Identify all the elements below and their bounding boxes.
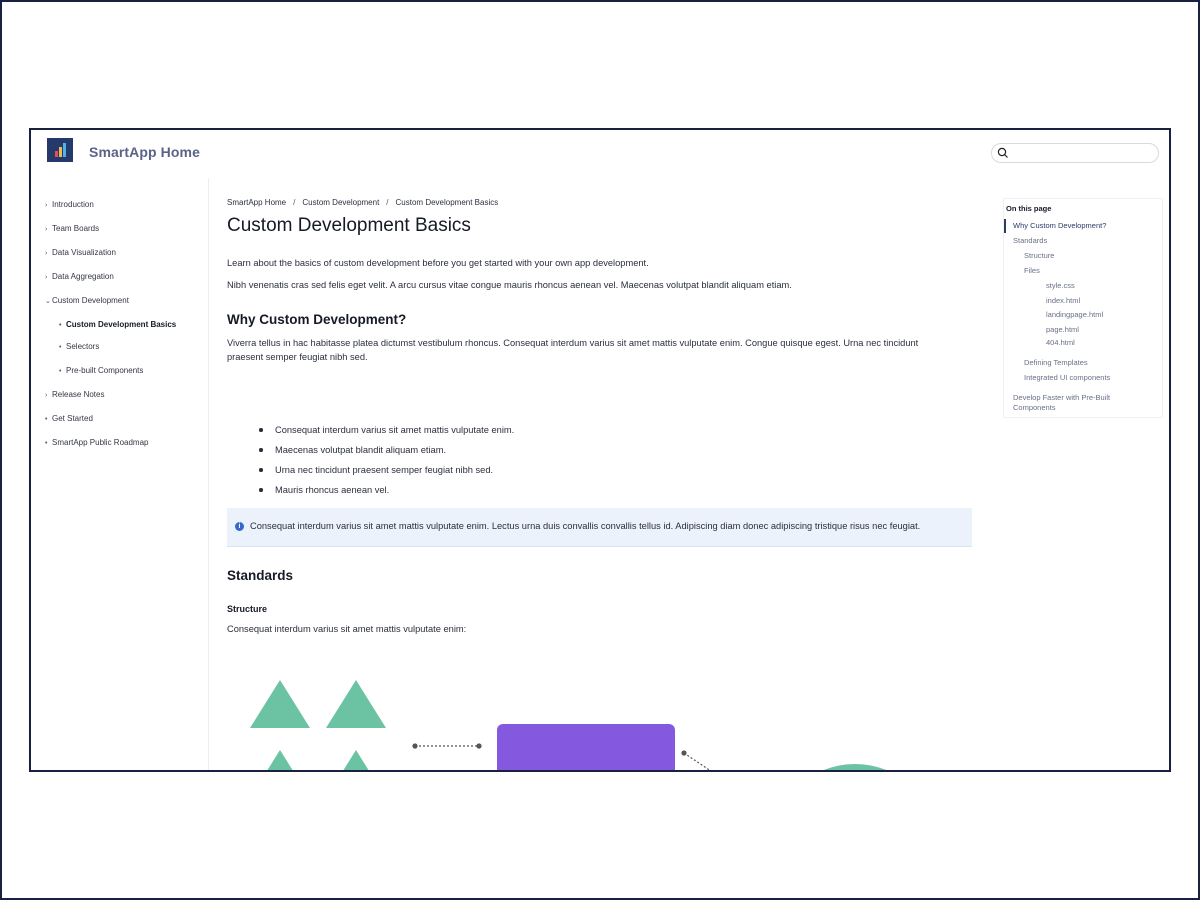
sidebar-item-label: Pre-built Components <box>66 366 144 375</box>
sidebar-item-release-notes[interactable]: › Release Notes <box>45 390 104 399</box>
intro-paragraph-2: Nibh venenatis cras sed felis eget velit… <box>227 280 792 290</box>
sidebar-item-team-boards[interactable]: › Team Boards <box>45 224 99 233</box>
block-shape <box>497 724 675 770</box>
why-custom-development-heading: Why Custom Development? <box>227 312 407 327</box>
toc-item-files[interactable]: Files <box>1024 266 1040 276</box>
bullet-icon: • <box>59 368 62 375</box>
toc-item-integrated-ui-components[interactable]: Integrated UI components <box>1024 373 1110 383</box>
main-content: SmartApp Home / Custom Development / Custom … <box>227 178 987 770</box>
breadcrumb-item-home[interactable]: SmartApp Home <box>227 198 286 207</box>
triangle-shape <box>250 680 310 728</box>
chevron-down-icon: ⌄ <box>45 298 51 305</box>
search-icon <box>997 147 1008 158</box>
toc-item-defining-templates[interactable]: Defining Templates <box>1024 358 1088 368</box>
top-bar: SmartApp Home <box>31 130 1169 178</box>
breadcrumb-separator: / <box>386 198 389 207</box>
triangle-shape <box>326 680 386 728</box>
home-title[interactable]: SmartApp Home <box>89 144 200 160</box>
list-item: Maecenas volutpat blandit aliquam etiam. <box>257 444 514 464</box>
chevron-right-icon: › <box>45 392 48 399</box>
sidebar-item-pre-built-components[interactable]: • Pre-built Components <box>59 366 143 375</box>
toc-title: On this page <box>1006 204 1052 213</box>
info-callout-text: Consequat interdum varius sit amet matti… <box>250 521 921 531</box>
search-input[interactable] <box>1012 145 1156 161</box>
why-paragraph-line-1: Viverra tellus in hac habitasse platea d… <box>227 338 919 348</box>
intro-paragraph: Learn about the basics of custom develop… <box>227 258 649 268</box>
bullet-list: Consequat interdum varius sit amet matti… <box>257 424 514 504</box>
list-item: Mauris rhoncus aenean vel. <box>257 484 514 504</box>
ring-shape <box>823 764 887 770</box>
chevron-right-icon: › <box>45 274 48 281</box>
breadcrumb-separator: / <box>293 198 296 207</box>
toc-item-develop-faster[interactable]: Develop Faster with Pre-Built <box>1013 393 1110 403</box>
connector-dot <box>412 743 418 749</box>
sidebar-item-label: Release Notes <box>52 390 105 399</box>
sidebar-item-custom-development[interactable]: ⌄Custom Development <box>45 296 129 305</box>
connector-line <box>683 752 711 770</box>
sidebar-item-label: Custom Development Basics <box>66 320 177 329</box>
toc-item-index-html[interactable]: index.html <box>1046 296 1080 306</box>
structure-paragraph: Consequat interdum varius sit amet matti… <box>227 624 467 634</box>
toc-item-404-html[interactable]: 404.html <box>1046 338 1075 348</box>
sidebar-item-label: Team Boards <box>52 224 100 233</box>
sidebar-item-custom-development-basics[interactable]: • Custom Development Basics <box>59 320 176 329</box>
sidebar-item-label: Data Visualization <box>52 248 116 257</box>
triangle-shape <box>343 750 369 770</box>
sidebar-item-label: Selectors <box>66 342 100 351</box>
chevron-right-icon: › <box>45 250 48 257</box>
sidebar-item-get-started[interactable]: • Get Started <box>45 414 93 423</box>
toc-item-structure[interactable]: Structure <box>1024 251 1054 261</box>
triangle-shape <box>267 750 293 770</box>
sidebar-item-label: Data Aggregation <box>52 272 114 281</box>
structure-illustration <box>250 680 887 770</box>
breadcrumb-item-current: Custom Development Basics <box>395 198 499 207</box>
app-window: SmartApp Home › Introduction › Team Boards… <box>29 128 1171 772</box>
why-paragraph-line-2: praesent semper feugiat nibh sed. <box>227 352 368 362</box>
structure-heading: Structure <box>227 604 268 614</box>
on-this-page-toc: On this page Why Custom Development? Sta… <box>1003 198 1163 418</box>
sidebar-item-label: Introduction <box>52 200 94 209</box>
bullet-icon: • <box>45 440 48 447</box>
sidebar-item-label: Get Started <box>52 414 93 423</box>
bullet-icon: • <box>59 344 62 351</box>
smartapp-logo-icon[interactable] <box>47 138 73 162</box>
connector-dot <box>681 750 687 756</box>
chevron-right-icon: › <box>45 226 48 233</box>
list-item: Urna nec tincidunt praesent semper feugi… <box>257 464 514 484</box>
bullet-icon: • <box>59 322 62 329</box>
sidebar-item-selectors[interactable]: • Selectors <box>59 342 99 351</box>
toc-active-indicator <box>1004 219 1006 233</box>
sidebar-nav: › Introduction › Team Boards › Data Visuali… <box>31 178 209 770</box>
page-title: Custom Development Basics <box>227 215 471 236</box>
standards-heading: Standards <box>227 568 294 583</box>
sidebar-item-data-visualization[interactable]: › Data Visualization <box>45 248 116 257</box>
sidebar-item-introduction[interactable]: › Introduction <box>45 200 94 209</box>
info-callout: i Consequat interdum varius sit amet mat… <box>227 508 972 547</box>
chevron-right-icon: › <box>45 202 48 209</box>
breadcrumb: SmartApp Home / Custom Development / Custom … <box>227 198 498 207</box>
toc-item-style-css[interactable]: style.css <box>1046 281 1075 291</box>
info-icon: i <box>235 522 244 531</box>
connector-dot <box>476 743 482 749</box>
toc-item-develop-faster-line-2[interactable]: Components <box>1013 403 1056 413</box>
toc-item-page-html[interactable]: page.html <box>1046 325 1079 335</box>
sidebar-item-public-roadmap[interactable]: • SmartApp Public Roadmap <box>45 438 149 447</box>
sidebar-item-label: Custom Development <box>52 296 129 305</box>
breadcrumb-item-custom-development[interactable]: Custom Development <box>302 198 379 207</box>
search-box[interactable] <box>991 143 1159 163</box>
toc-item-landingpage-html[interactable]: landingpage.html <box>1046 310 1103 320</box>
sidebar-item-label: SmartApp Public Roadmap <box>52 438 149 447</box>
sidebar-item-data-aggregation[interactable]: › Data Aggregation <box>45 272 114 281</box>
toc-item-standards[interactable]: Standards <box>1013 236 1047 246</box>
toc-item-why-custom-development[interactable]: Why Custom Development? <box>1013 221 1106 231</box>
bullet-icon: • <box>45 416 48 423</box>
list-item: Consequat interdum varius sit amet matti… <box>257 424 514 444</box>
